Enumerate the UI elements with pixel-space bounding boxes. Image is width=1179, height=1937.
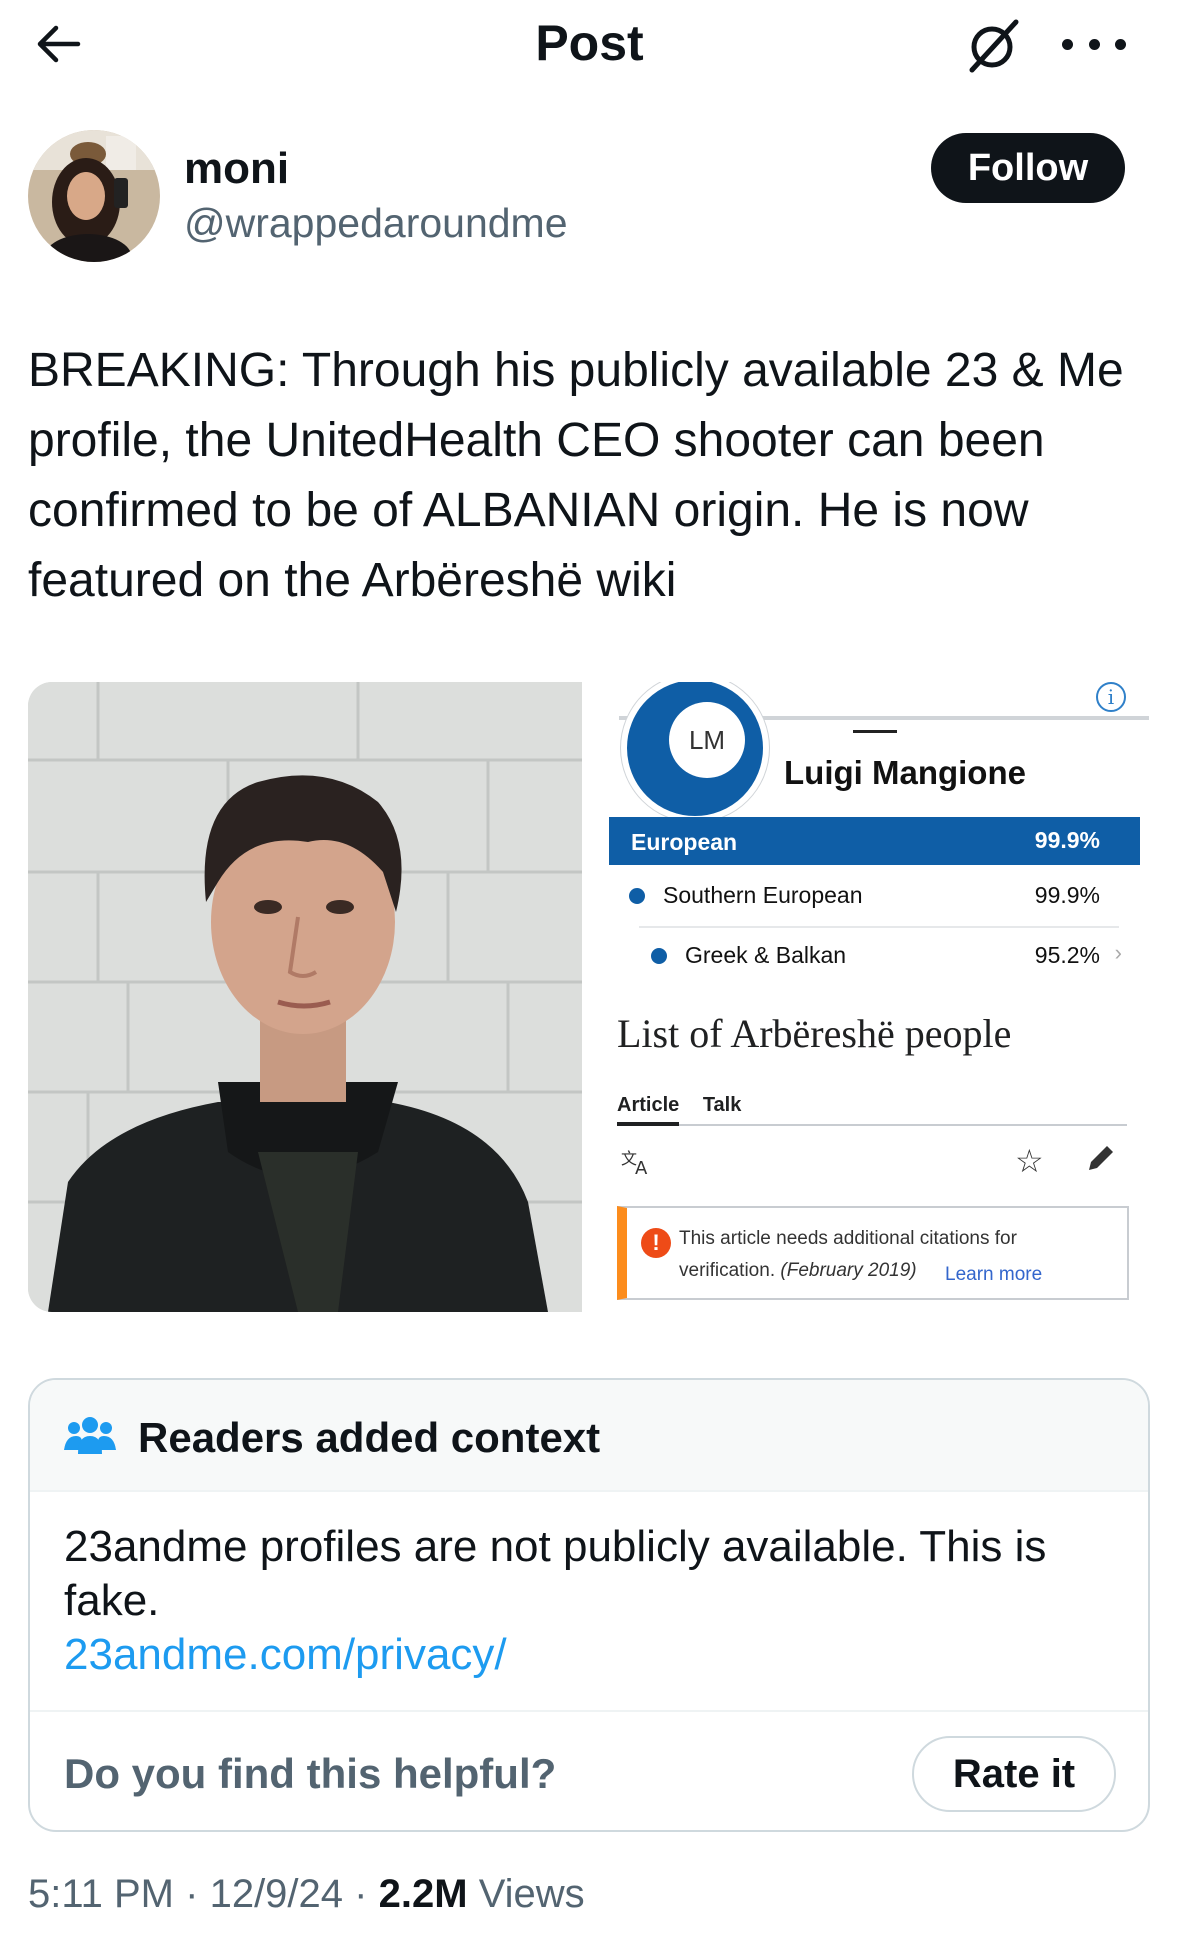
ancestry-row-value: 99.9% [1034,827,1100,853]
media-photo[interactable] [28,682,582,1312]
ancestry-card: LM i Luigi Mangione European 99.9% South… [609,682,1150,992]
ancestry-row-value: 99.9% [1034,882,1100,908]
post-date: 12/9/24 [209,1872,344,1916]
note-header: Readers added context [30,1380,1148,1492]
chevron-right-icon: › [1114,940,1122,965]
views-count[interactable]: 2.2M [379,1872,468,1916]
people-icon [64,1417,116,1454]
post-meta: 5:11 PM · 12/9/24 · 2.2M Views [28,1872,585,1916]
ancestry-row-label: European [631,829,738,855]
post-time: 5:11 PM [28,1872,174,1916]
rate-it-button[interactable]: Rate it [912,1736,1116,1812]
notice-date: (February 2019) [780,1260,917,1281]
tweet-text: BREAKING: Through his publicly available… [28,344,1124,607]
grok-button[interactable] [962,14,1024,76]
notice-text: This article needs additional citations … [679,1228,1017,1249]
star-icon: ☆ [1015,1143,1044,1179]
note-title: Readers added context [138,1414,601,1461]
ancestry-row-label: Southern European [663,882,863,908]
top-bar: Post [0,0,1179,90]
notice-text-2: verification. [679,1260,776,1281]
ancestry-row-greek: Greek & Balkan 95.2% › [609,938,1140,994]
ancestry-row-european: European 99.9% [609,817,1140,865]
avatar[interactable] [28,130,160,262]
citation-notice: ! This article needs additional citation… [617,1206,1129,1300]
helpful-prompt: Do you find this helpful? [64,1750,557,1797]
note-link[interactable]: 23andme.com/privacy/ [64,1630,507,1680]
community-note: Readers added context 23andme profiles a… [28,1378,1150,1832]
ancestry-donut: LM [621,682,769,822]
views-label: Views [478,1872,585,1916]
more-button[interactable] [1062,24,1126,64]
note-body: 23andme profiles are not publicly availa… [64,1522,1047,1625]
wiki-card: List of Arbëreshë people Article Talk 文 … [609,1002,1150,1312]
learn-more-link: Learn more [945,1264,1043,1285]
author-handle[interactable]: @wrappedaroundme [184,200,568,247]
ancestry-name: Luigi Mangione [784,754,1026,791]
pencil-icon [1089,1146,1113,1170]
wiki-title: List of Arbëreshë people [617,1011,1012,1056]
wiki-tabs: Article Talk [617,1094,759,1117]
author-name[interactable]: moni [184,144,289,194]
info-icon: i [1096,682,1126,712]
translate-icon: 文 A [621,1148,653,1183]
more-icon [1062,38,1073,50]
wiki-tab-article: Article [617,1094,680,1116]
ancestry-row-label: Greek & Balkan [685,942,847,968]
svg-text:A: A [635,1158,648,1176]
ancestry-initials: LM [669,702,745,778]
warning-icon: ! [641,1228,671,1258]
follow-button[interactable]: Follow [931,133,1125,203]
wiki-tab-talk: Talk [702,1094,742,1116]
ancestry-row-value: 95.2% [1034,942,1100,968]
grok-icon [969,19,1019,73]
media-screenshots[interactable]: LM i Luigi Mangione European 99.9% South… [609,682,1150,1312]
